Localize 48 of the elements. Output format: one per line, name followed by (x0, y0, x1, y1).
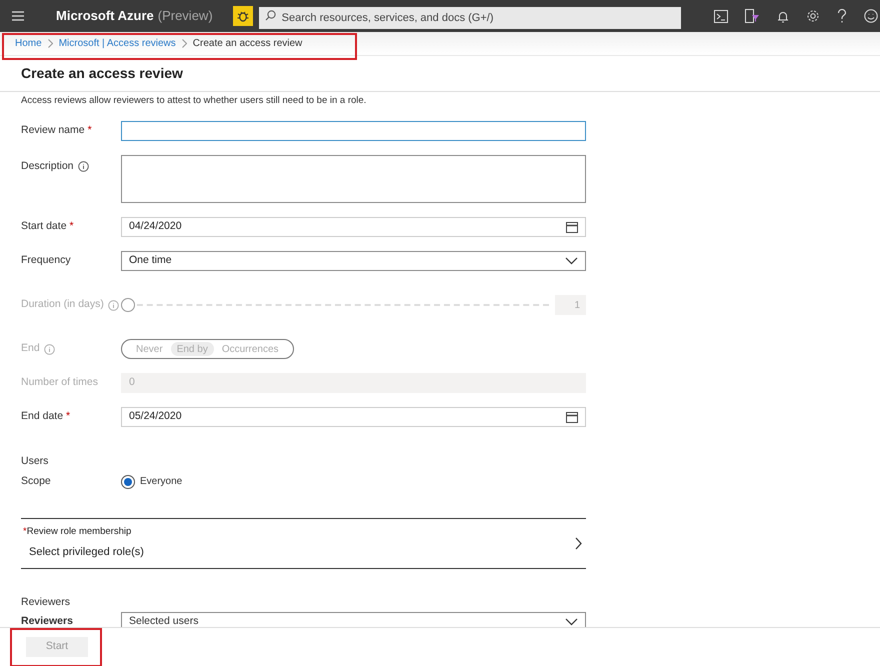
radio-option[interactable]: Everyone (121, 474, 182, 490)
menu-icon[interactable] (12, 11, 24, 21)
field-label: Frequency (21, 253, 71, 268)
calendar-icon (566, 222, 578, 232)
duration-value: 1 (555, 295, 586, 315)
field-label: Description (21, 159, 74, 174)
role-membership-selector[interactable]: *Review role membership Select privileged role(s) (21, 518, 586, 568)
field-label: End date * (21, 409, 70, 424)
description-input[interactable] (121, 155, 586, 203)
breadcrumb-link[interactable]: Home (15, 36, 42, 51)
field-label: End (21, 341, 40, 356)
number-field: 0 (121, 373, 586, 393)
app-title: Microsoft Azure (56, 7, 154, 26)
field-label: Reviewers (21, 614, 74, 627)
filter-directory-icon[interactable] (745, 9, 760, 23)
text-input[interactable] (121, 121, 586, 141)
frequency-dropdown[interactable]: One time (121, 251, 586, 271)
feedback-button[interactable] (232, 6, 253, 26)
bell-icon[interactable] (777, 10, 789, 22)
search-field[interactable]: Search resources, services, and docs (G+/) (258, 7, 681, 29)
calendar-icon (566, 412, 578, 422)
chevron-right-icon (182, 39, 187, 48)
page-title: Create an access review (21, 64, 183, 83)
field-label: Number of times (21, 375, 98, 390)
section-heading: Users (21, 454, 50, 469)
search-icon (264, 10, 276, 21)
date-field[interactable]: 04/24/2020 (121, 217, 586, 237)
help-icon[interactable] (837, 9, 847, 23)
field-label: Scope (21, 474, 52, 489)
field-label: *Review role membership (23, 525, 132, 540)
date-field[interactable]: 05/24/2020 (121, 407, 586, 427)
preview-label: (Preview) (158, 7, 213, 26)
breadcrumb-link[interactable]: Microsoft | Access reviews (58, 36, 176, 51)
field-label: Duration (in days) (21, 297, 104, 312)
chevron-right-icon (575, 536, 582, 550)
chevron-right-icon (48, 39, 53, 48)
chevron-down-icon (565, 257, 578, 265)
selector-value: Select privileged role(s) (29, 545, 144, 560)
smiley-icon[interactable] (864, 9, 878, 23)
settings-icon[interactable] (806, 9, 820, 23)
terminal-icon[interactable] (714, 10, 728, 22)
field-label: Start date * (21, 219, 74, 234)
intro-text: Access reviews allow reviewers to attest to whether users still need to be in a role. (20, 94, 368, 108)
field-label: Review name * (21, 123, 92, 138)
breadcrumb-current: Create an access review (192, 37, 302, 51)
section-heading: Reviewers (21, 594, 72, 610)
chevron-down-icon (565, 618, 578, 626)
bug-icon (236, 10, 249, 22)
